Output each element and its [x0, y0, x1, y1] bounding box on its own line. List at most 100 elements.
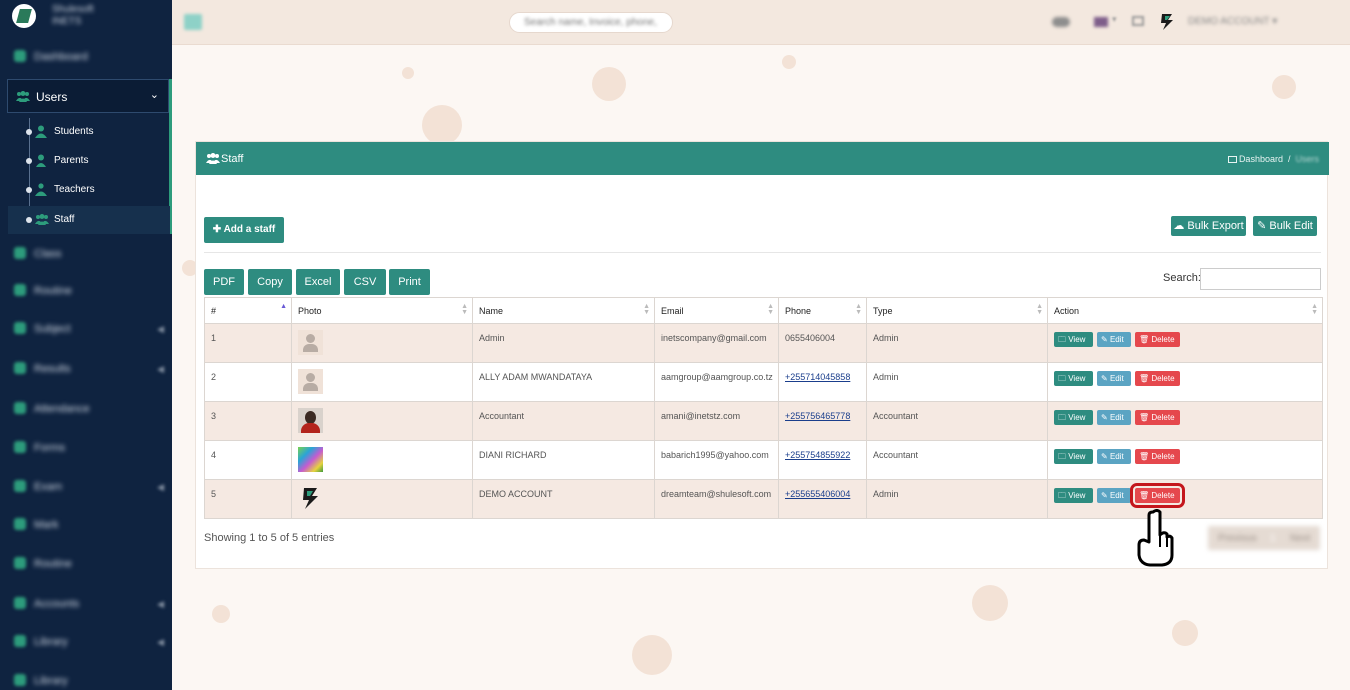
edit-button[interactable]: ✎ Edit [1097, 371, 1131, 386]
sidebar-subitem-staff[interactable]: Staff [8, 206, 170, 234]
cell-photo [291, 362, 473, 402]
sidebar-item-label: Accounts [34, 598, 80, 610]
brand[interactable]: Shulesoft INETS [0, 0, 172, 38]
cell-phone: 0655406004 [778, 323, 867, 363]
sidebar-item-mark[interactable]: Mark [0, 510, 172, 540]
cell-photo [291, 323, 473, 363]
sidebar-item-routine[interactable]: Routine [0, 276, 172, 306]
notification-badge[interactable] [1052, 17, 1070, 27]
page-1-button[interactable]: 1 [1270, 533, 1276, 544]
add-staff-button[interactable]: ✚ Add a staff [204, 217, 284, 243]
chevron-down-icon: ⌄ [149, 89, 159, 101]
global-search[interactable] [509, 12, 673, 33]
add-staff-label: Add a staff [223, 224, 276, 235]
bulk-export-button[interactable]: ☁ Bulk Export [1171, 216, 1246, 236]
column-header-number[interactable]: # ▲ [204, 297, 292, 324]
column-header-action[interactable]: Action ▲ ▼ [1047, 297, 1323, 324]
breadcrumb-separator: / [1287, 154, 1291, 164]
sidebar-subitem-teachers[interactable]: Teachers [8, 176, 170, 204]
next-button[interactable]: Next [1290, 533, 1311, 544]
export-pdf-button[interactable]: PDF [204, 269, 244, 295]
bulk-edit-button[interactable]: ✎ Bulk Edit [1253, 216, 1317, 236]
edit-icon: ✎ [1257, 220, 1267, 232]
column-header-email[interactable]: Email ▲ ▼ [654, 297, 779, 324]
accounts-icon [14, 597, 26, 609]
table-header-row: # ▲ Photo ▲ ▼ Name ▲ ▼ Email ▲ ▼ Phone ▲ ▼ Type ▲ ▼… [204, 297, 1323, 324]
panel-header: Staff Dashboard / Users [196, 142, 1329, 175]
delete-button[interactable]: 🗑 Delete [1135, 449, 1180, 464]
sidebar-item-subject[interactable]: Subject ◀ [0, 314, 172, 344]
sidebar-item-dashboard[interactable]: Dashboard [0, 42, 172, 72]
view-button[interactable]: 🗀 View [1054, 371, 1093, 386]
sidebar-item-routine-2[interactable]: Routine [0, 549, 172, 579]
delete-button[interactable]: 🗑 Delete [1135, 332, 1180, 347]
sort-icon: ▲ ▼ [855, 303, 862, 316]
avatar-placeholder-icon [298, 330, 323, 355]
chevron-down-icon[interactable]: ▾ [1112, 14, 1117, 25]
sidebar-item-results[interactable]: Results ◀ [0, 354, 172, 384]
delete-button-highlighted[interactable]: 🗑 Delete [1130, 483, 1185, 508]
phone-link[interactable]: +255714045858 [785, 372, 850, 382]
routine2-icon [14, 557, 26, 569]
dashboard-icon [14, 50, 26, 62]
sidebar-item-exam[interactable]: Exam ◀ [0, 472, 172, 502]
delete-button[interactable]: 🗑 Delete [1135, 410, 1180, 425]
table-row: 1 Admin inetscompany@gmail.com 065540600… [204, 323, 1323, 363]
sidebar-item-label: Subject [34, 323, 71, 335]
column-header-phone[interactable]: Phone ▲ ▼ [778, 297, 867, 324]
divider [204, 252, 1321, 253]
breadcrumb-home[interactable]: Dashboard [1239, 154, 1283, 164]
column-header-type[interactable]: Type ▲ ▼ [866, 297, 1048, 324]
sidebar-item-library-2[interactable]: Library [0, 666, 172, 690]
edit-button[interactable]: ✎ Edit [1097, 449, 1131, 464]
phone-link[interactable]: +255655406004 [785, 489, 850, 499]
teacher-icon [35, 183, 47, 196]
sidebar-item-forms[interactable]: Forms [0, 433, 172, 463]
cell-type: Accountant [866, 440, 1048, 480]
edit-button[interactable]: ✎ Edit [1097, 410, 1131, 425]
sidebar-item-library[interactable]: Library ◀ [0, 627, 172, 657]
sidebar-subitem-students[interactable]: Students [8, 118, 170, 146]
export-print-button[interactable]: Print [389, 269, 430, 295]
mark-icon [14, 518, 26, 530]
delete-button[interactable]: 🗑 Delete [1135, 371, 1180, 386]
account-avatar-icon[interactable] [1157, 12, 1177, 32]
chevron-left-icon: ◀ [157, 324, 164, 334]
account-menu[interactable]: DEMO ACCOUNT ▾ [1188, 16, 1277, 27]
sidebar-item-label: Attendance [34, 403, 90, 415]
export-copy-button[interactable]: Copy [248, 269, 292, 295]
previous-button[interactable]: Previous [1218, 533, 1257, 544]
mail-icon[interactable] [1132, 16, 1144, 26]
column-header-name[interactable]: Name ▲ ▼ [472, 297, 655, 324]
library2-icon [14, 674, 26, 686]
cell-actions: 🗀 View ✎ Edit 🗑 Delete [1047, 440, 1323, 480]
phone-link[interactable]: +255754855922 [785, 450, 850, 460]
cell-type: Admin [866, 323, 1048, 363]
bullet-icon [26, 187, 32, 193]
view-button[interactable]: 🗀 View [1054, 449, 1093, 464]
view-button[interactable]: 🗀 View [1054, 410, 1093, 425]
cell-name: DIANI RICHARD [472, 440, 655, 480]
sidebar-item-class[interactable]: Class [0, 239, 172, 269]
edit-button[interactable]: ✎ Edit [1097, 332, 1131, 347]
view-button[interactable]: 🗀 View [1054, 332, 1093, 347]
library-icon [14, 635, 26, 647]
sidebar-item-attendance[interactable]: Attendance [0, 394, 172, 424]
sidebar-item-accounts[interactable]: Accounts ◀ [0, 589, 172, 619]
column-header-photo[interactable]: Photo ▲ ▼ [291, 297, 473, 324]
global-search-input[interactable] [510, 13, 672, 32]
cell-number: 1 [204, 323, 292, 363]
sidebar-subitem-parents[interactable]: Parents [8, 147, 170, 175]
view-button[interactable]: 🗀 View [1054, 488, 1093, 503]
export-csv-button[interactable]: CSV [344, 269, 386, 295]
phone-link[interactable]: +255756465778 [785, 411, 850, 421]
export-excel-button[interactable]: Excel [296, 269, 340, 295]
bulk-export-label: Bulk Export [1187, 220, 1244, 232]
cell-type: Admin [866, 362, 1048, 402]
menu-toggle-icon[interactable] [184, 14, 202, 30]
edit-button[interactable]: ✎ Edit [1097, 488, 1131, 503]
avatar-placeholder-icon [298, 369, 323, 394]
sidebar-item-users[interactable]: Users ⌄ [7, 79, 169, 113]
language-flag-icon[interactable] [1094, 17, 1108, 27]
table-search-input[interactable] [1200, 268, 1321, 290]
